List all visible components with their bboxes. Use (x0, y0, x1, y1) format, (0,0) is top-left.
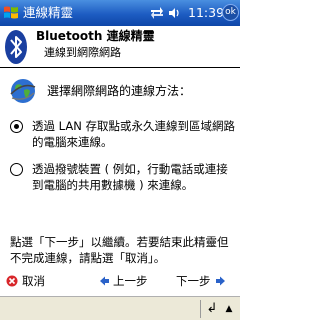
wizard-nav: 取消 上一步 下一步 (0, 272, 240, 296)
ok-button[interactable]: ok (222, 4, 239, 21)
volume-icon[interactable] (167, 6, 181, 20)
command-bar-divider (200, 300, 201, 318)
next-arrow-icon (215, 276, 225, 286)
app-title: 連線精靈 (23, 5, 74, 20)
wizard-header: Bluetooth 連線精靈 連線到網際網路 (0, 26, 240, 68)
wizard-subtitle: 連線到網際網路 (44, 46, 121, 59)
clock[interactable]: 11:39 (188, 5, 224, 21)
dialup-radio[interactable] (10, 163, 23, 176)
windows-start-icon[interactable] (2, 4, 20, 22)
dialup-option-label[interactable]: 透過撥號裝置 ( 例如，行動電話或連接到電腦的共用數據機 ) 來連線。 (32, 161, 236, 193)
cancel-button[interactable]: 取消 (6, 272, 45, 290)
next-label: 下一步 (176, 274, 211, 288)
title-bar: 連線精靈 11:39 ok (0, 0, 240, 26)
back-button[interactable]: 上一步 (98, 272, 148, 290)
connectivity-icon[interactable] (150, 6, 164, 20)
status-icons (150, 5, 181, 21)
instructions-text: 點選「下一步」以繼續。若要結束此精靈但不完成連線，請點選「取消」。 (10, 235, 229, 265)
lan-option-label[interactable]: 透過 LAN 存取點或永久連線到區域網路的電腦來連線。 (32, 118, 236, 150)
connection-method-prompt: 選擇網際網路的連線方法： (47, 84, 192, 98)
bluetooth-icon (5, 30, 27, 64)
input-panel-toggle-icon[interactable]: ▲ (222, 301, 236, 317)
cancel-label: 取消 (22, 274, 45, 288)
globe-icon (10, 79, 36, 103)
return-icon[interactable]: ↲ (204, 300, 220, 318)
back-arrow-icon (100, 276, 109, 286)
cancel-icon (6, 275, 18, 287)
next-button[interactable]: 下一步 (176, 272, 227, 290)
option-dialup[interactable]: 透過撥號裝置 ( 例如，行動電話或連接到電腦的共用數據機 ) 來連線。 (10, 161, 236, 211)
wizard-title: Bluetooth 連線精靈 (36, 29, 155, 43)
command-bar: ↲ ▲ (0, 296, 240, 320)
lan-radio[interactable] (10, 120, 23, 133)
back-label: 上一步 (113, 274, 148, 288)
option-lan[interactable]: 透過 LAN 存取點或永久連線到區域網路的電腦來連線。 (10, 118, 236, 152)
header-divider (0, 67, 240, 68)
